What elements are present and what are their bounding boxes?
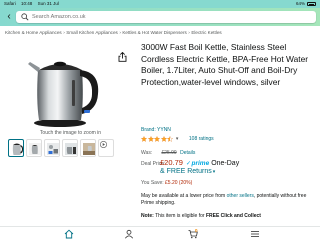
thumbnail-kettle-image [65, 143, 77, 155]
star-icon [167, 136, 174, 142]
you-save-row: You Save: £5.20 (20%) [141, 180, 192, 187]
breadcrumb-separator: › [119, 30, 121, 35]
breadcrumb-item-kitchen-home[interactable]: Kitchen & Home Appliances [5, 30, 62, 35]
play-video-icon [100, 141, 107, 148]
note-label: Note: [141, 213, 154, 219]
thumbnail-strip [8, 139, 133, 157]
breadcrumb-separator: › [63, 30, 65, 35]
zoom-hint: Touch the image to zoom in [39, 130, 102, 136]
click-collect-note: Note: This item is eligible for FREE Cli… [141, 213, 318, 220]
deal-price: £20.79 [160, 158, 183, 167]
star-rating [141, 136, 174, 142]
thumbnail-3[interactable] [44, 139, 60, 157]
was-label: Was: [141, 150, 153, 156]
star-icon [154, 136, 161, 142]
star-icon [147, 136, 154, 142]
breadcrumb-item-electric-kettles[interactable]: Electric Kettles [191, 30, 221, 35]
thumbnail-kitchen-image [83, 143, 95, 155]
thumbnail-2[interactable] [26, 139, 42, 157]
bottom-nav-bar: 0 [0, 226, 320, 240]
other-sellers-link[interactable]: other sellers [227, 193, 254, 199]
note-text: This item is eligible for [153, 213, 206, 219]
lower-price-notice: May be available at a lower price from o… [141, 193, 317, 207]
home-icon[interactable] [64, 229, 74, 239]
status-battery-percent: 64% [295, 1, 305, 6]
details-link[interactable]: Details [180, 150, 195, 156]
prime-logo: prime [191, 160, 210, 167]
status-left: Safari 10:48 Sun 31 Jul [4, 0, 59, 8]
thumbnail-kettle-image [12, 143, 23, 155]
menu-icon[interactable] [250, 229, 260, 239]
one-day-delivery: One-Day [211, 160, 240, 167]
chevron-down-icon: ▾ [212, 169, 216, 175]
thumbnail-4[interactable] [62, 139, 78, 157]
save-value: £5.20 (20%) [165, 180, 193, 186]
status-date: Sun 31 Jul [37, 1, 59, 6]
free-returns-link[interactable]: & FREE Returns▾ [160, 168, 215, 178]
search-box[interactable] [16, 11, 316, 23]
product-title: 3000W Fast Boil Kettle, Stainless Steel … [141, 42, 309, 87]
was-price-row: Was: £25.99 Details [141, 150, 195, 157]
status-carrier: Safari [4, 1, 16, 6]
status-right: 64% [296, 0, 316, 8]
brand-link[interactable]: Brand: YYNN [141, 127, 171, 133]
free-returns-label: & FREE Returns [160, 168, 212, 175]
breadcrumb: Kitchen & Home Appliances › Small Kitchen … [5, 29, 317, 36]
thumbnail-6-video[interactable] [98, 139, 114, 157]
star-icon [141, 136, 147, 142]
rating-count-link[interactable]: 108 ratings [189, 136, 214, 142]
thumbnail-1[interactable] [8, 139, 24, 157]
account-icon[interactable] [124, 229, 134, 239]
deal-label: Deal Price: [141, 161, 166, 167]
search-input[interactable] [32, 11, 302, 23]
battery-icon [307, 2, 316, 6]
was-price: £25.99 [161, 150, 177, 156]
share-icon[interactable] [118, 52, 127, 62]
back-arrow-icon[interactable]: ‹ [4, 11, 14, 22]
chevron-down-icon: ▾ [175, 136, 179, 142]
rating-row[interactable]: ▾ 108 ratings [141, 135, 214, 143]
search-header: ‹ [0, 8, 320, 26]
thumbnail-kettle-image [29, 143, 41, 155]
cart-count-badge: 0 [195, 228, 198, 233]
breadcrumb-item-small-appliances[interactable]: Small Kitchen Appliances [66, 30, 118, 35]
thumbnail-detail-image [47, 143, 59, 155]
search-icon [21, 13, 29, 21]
star-icon [160, 136, 167, 142]
deal-price-row: Deal Price: £20.79 ✓ prime One-Day [141, 158, 239, 168]
breadcrumb-item-kettles[interactable]: Kettles & Hot Water Dispensers [122, 30, 186, 35]
product-image[interactable] [22, 50, 104, 128]
status-bar: Safari 10:48 Sun 31 Jul 64% [0, 0, 320, 8]
thumbnail-5[interactable] [80, 139, 96, 157]
status-time: 10:48 [21, 1, 33, 6]
save-label: You Save: [141, 180, 164, 186]
breadcrumb-separator: › [188, 30, 190, 35]
note-bold: FREE Click and Collect [205, 213, 261, 219]
lower-price-text: May be available at a lower price from [141, 193, 227, 199]
